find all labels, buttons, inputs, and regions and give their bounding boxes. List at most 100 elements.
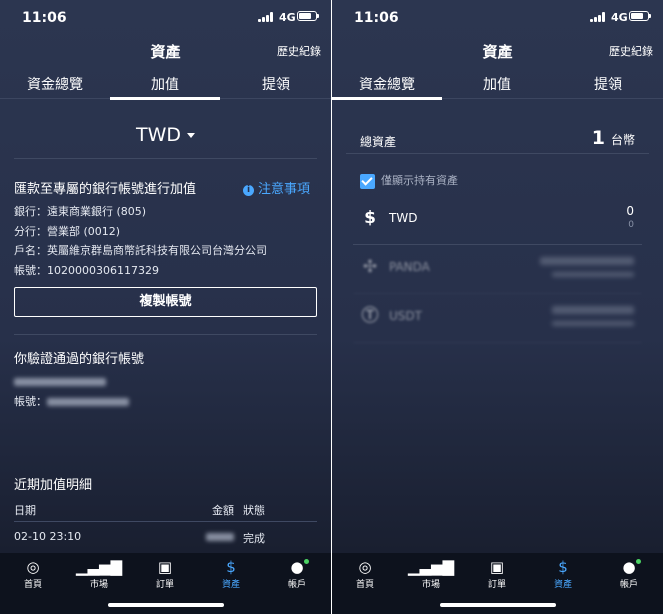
tabbar-label: 訂單 bbox=[487, 580, 506, 590]
asset-row-twd[interactable]: $ TWD 0 0 bbox=[353, 196, 642, 245]
branch-info: 分行：營業部 (0012) bbox=[14, 225, 121, 238]
tabbar-home[interactable]: ◎ 首頁 bbox=[332, 558, 398, 590]
tabbar-assets[interactable]: $ 資產 bbox=[530, 558, 596, 590]
battery-icon bbox=[297, 11, 319, 21]
tabbar-label: 帳戶 bbox=[287, 580, 306, 590]
tabbar-orders[interactable]: ▣ 訂單 bbox=[464, 558, 530, 590]
checkbox-checked[interactable] bbox=[360, 173, 375, 189]
dollar-icon: $ bbox=[364, 208, 376, 228]
online-dot bbox=[304, 559, 309, 564]
status-bar: 11:06 4G bbox=[332, 0, 663, 34]
tab-withdraw[interactable]: 提領 bbox=[221, 66, 331, 99]
tabbar-assets[interactable]: $ 資產 bbox=[198, 558, 264, 590]
date-header: 日期 bbox=[14, 504, 36, 517]
amount-header: 金額 bbox=[212, 504, 234, 517]
account-info: 帳號：1020000306117329 bbox=[14, 264, 159, 277]
divider bbox=[14, 521, 317, 522]
tab-overview[interactable]: 資金總覽 bbox=[332, 66, 442, 100]
divider bbox=[14, 334, 317, 335]
history-table-header: 日期 金額 狀態 bbox=[14, 502, 317, 518]
total-unit: 台幣 bbox=[610, 133, 635, 147]
tab-deposit[interactable]: 加值 bbox=[110, 66, 220, 100]
overview-screen: 11:06 4G 資產 歷史紀錄 資金總覽 加值 提領 總資產 1 台幣 僅顯示持… bbox=[332, 0, 663, 614]
asset-value-redacted bbox=[552, 272, 634, 277]
row-amount-redacted bbox=[206, 533, 234, 541]
asset-balance-redacted bbox=[552, 306, 634, 314]
history-link[interactable]: 歷史紀錄 bbox=[609, 43, 653, 59]
total-amount: 1 bbox=[591, 127, 605, 149]
status-bar: 11:06 4G bbox=[0, 0, 331, 34]
asset-balance-redacted bbox=[540, 257, 634, 265]
tabbar-account[interactable]: ● 帳戶 bbox=[596, 558, 662, 590]
status-header: 狀態 bbox=[243, 504, 265, 517]
tab-deposit[interactable]: 加值 bbox=[442, 66, 552, 99]
caret-down-icon bbox=[187, 133, 196, 138]
tabbar-label: 市場 bbox=[89, 580, 108, 590]
verified-bank-redacted bbox=[14, 375, 106, 388]
tabbar-label: 市場 bbox=[421, 580, 440, 590]
market-icon: ▁▃▅▇ bbox=[75, 558, 123, 576]
orders-icon: ▣ bbox=[157, 558, 173, 576]
currency-label: TWD bbox=[135, 124, 182, 146]
held-assets-filter[interactable]: 僅顯示持有資產 bbox=[360, 172, 458, 189]
usdt-icon: Ⓣ bbox=[361, 306, 379, 326]
history-title: 近期加值明細 bbox=[14, 478, 93, 493]
tabbar-label: 首頁 bbox=[23, 580, 42, 590]
tabbar-orders[interactable]: ▣ 訂單 bbox=[132, 558, 198, 590]
currency-dropdown[interactable]: TWD bbox=[0, 124, 331, 146]
verified-account-label: 帳號： bbox=[14, 395, 47, 408]
row-date: 02-10 23:10 bbox=[14, 530, 82, 543]
signal-icon bbox=[258, 12, 274, 22]
account-icon: ● bbox=[290, 558, 304, 576]
header: 資產 歷史紀錄 bbox=[0, 34, 331, 64]
asset-name: PANDA bbox=[389, 260, 430, 274]
deposit-section-title: 匯款至專屬的銀行帳號進行加值 bbox=[14, 182, 197, 197]
home-icon: ◎ bbox=[26, 558, 40, 576]
network-type: 4G bbox=[279, 11, 296, 24]
verified-account-row: 帳號： bbox=[14, 393, 129, 409]
tabbar-label: 資產 bbox=[553, 580, 572, 590]
tabbar-account[interactable]: ● 帳戶 bbox=[264, 558, 330, 590]
panda-icon: ✣ bbox=[362, 257, 378, 277]
assets-icon: $ bbox=[558, 558, 568, 576]
tab-overview[interactable]: 資金總覽 bbox=[0, 66, 110, 99]
total-assets-value: 1 台幣 bbox=[592, 127, 635, 149]
tabbar-market[interactable]: ▁▃▅▇ 市場 bbox=[66, 558, 132, 590]
orders-icon: ▣ bbox=[489, 558, 505, 576]
assets-icon: $ bbox=[226, 558, 236, 576]
asset-name: TWD bbox=[389, 211, 418, 225]
status-time: 11:06 bbox=[22, 10, 67, 26]
tabbar-label: 帳戶 bbox=[619, 580, 638, 590]
home-icon: ◎ bbox=[358, 558, 372, 576]
bank-info: 銀行：遠東商業銀行 (805) bbox=[14, 205, 147, 218]
network-type: 4G bbox=[611, 11, 628, 24]
divider bbox=[346, 153, 649, 154]
notice-label: 注意事項 bbox=[258, 182, 311, 197]
asset-row-panda[interactable]: ✣ PANDA bbox=[353, 245, 642, 294]
header: 資產 歷史紀錄 bbox=[332, 34, 663, 64]
status-time: 11:06 bbox=[354, 10, 399, 26]
notice-link[interactable]: i 注意事項 bbox=[243, 178, 310, 197]
asset-row-usdt[interactable]: Ⓣ USDT bbox=[353, 294, 642, 343]
online-dot bbox=[636, 559, 641, 564]
row-status: 完成 bbox=[243, 532, 265, 545]
tab-bar: 資金總覽 加值 提領 bbox=[0, 66, 331, 100]
market-icon: ▁▃▅▇ bbox=[407, 558, 455, 576]
tabbar-home[interactable]: ◎ 首頁 bbox=[0, 558, 66, 590]
asset-value-redacted bbox=[552, 321, 634, 326]
tabbar-market[interactable]: ▁▃▅▇ 市場 bbox=[398, 558, 464, 590]
asset-name: USDT bbox=[389, 309, 422, 323]
tabbar-label: 訂單 bbox=[155, 580, 174, 590]
table-row[interactable]: 02-10 23:10 完成 bbox=[14, 530, 317, 545]
signal-icon bbox=[590, 12, 606, 22]
history-link[interactable]: 歷史紀錄 bbox=[277, 43, 321, 59]
copy-account-button[interactable]: 複製帳號 bbox=[14, 287, 317, 317]
tabbar-label: 首頁 bbox=[355, 580, 374, 590]
account-icon: ● bbox=[622, 558, 636, 576]
verified-account-redacted bbox=[47, 398, 129, 406]
tab-bar: 資金總覽 加值 提領 bbox=[332, 66, 663, 100]
deposit-screen: 11:06 4G 資產 歷史紀錄 資金總覽 加值 提領 TWD 匯款至專屬的銀行… bbox=[0, 0, 331, 614]
tab-withdraw[interactable]: 提領 bbox=[553, 66, 663, 99]
tabbar-label: 資產 bbox=[221, 580, 240, 590]
info-icon: i bbox=[243, 185, 254, 196]
